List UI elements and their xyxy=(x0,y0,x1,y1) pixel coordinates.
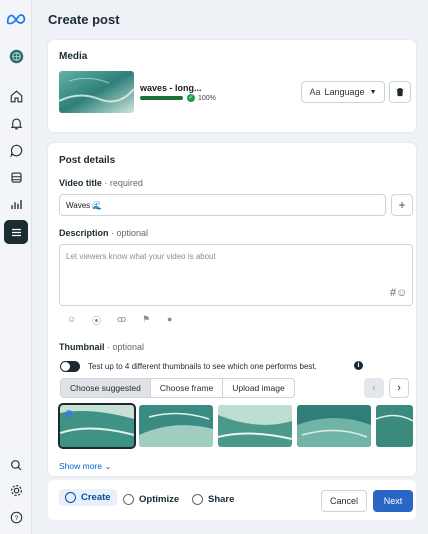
chevron-down-icon: ▼ xyxy=(369,88,377,96)
tab-upload-image[interactable]: Upload image xyxy=(223,379,293,397)
chevron-right-icon: › xyxy=(397,382,401,394)
next-button[interactable]: Next xyxy=(373,490,413,512)
video-title-label: Video title · required xyxy=(59,178,143,188)
chevron-left-icon: ‹ xyxy=(372,382,376,394)
help-icon[interactable]: ? xyxy=(4,505,28,529)
description-textarea[interactable]: Let viewers know what your video is abou… xyxy=(59,244,413,306)
thumbnail-option-3[interactable] xyxy=(218,405,292,447)
step-ring-icon xyxy=(192,494,203,505)
video-filename: waves - long... xyxy=(140,83,202,93)
step-ring-icon xyxy=(123,494,134,505)
hashtag-emoji-icon[interactable]: #☺ xyxy=(390,287,407,299)
language-dropdown[interactable]: Aa Language ▼ xyxy=(301,81,385,103)
messages-icon[interactable] xyxy=(4,138,28,162)
language-icon: Aa xyxy=(309,87,321,97)
home-icon[interactable] xyxy=(4,84,28,108)
svg-text:?: ? xyxy=(14,515,18,522)
video-thumbnail xyxy=(59,71,134,113)
cancel-button[interactable]: Cancel xyxy=(321,490,367,512)
settings-gear-icon[interactable] xyxy=(4,478,28,502)
flag-icon[interactable]: ⚑ xyxy=(142,314,150,325)
show-more-link[interactable]: Show more ⌄ xyxy=(59,461,112,472)
profile-avatar-icon[interactable] xyxy=(4,44,28,68)
chevron-down-icon: ⌄ xyxy=(104,461,112,471)
thumbnail-test-text: Test up to 4 different thumbnails to see… xyxy=(88,362,317,371)
delete-video-button[interactable] xyxy=(389,81,411,103)
content-library-icon[interactable] xyxy=(4,165,28,189)
language-label: Language xyxy=(324,87,365,97)
video-title-input[interactable]: Waves 🌊 xyxy=(59,194,386,216)
thumbnail-option-4[interactable] xyxy=(297,405,371,447)
insights-icon[interactable] xyxy=(4,192,28,216)
menu-icon[interactable] xyxy=(4,220,28,244)
tab-choose-suggested[interactable]: Choose suggested xyxy=(61,379,151,397)
location-pin-icon[interactable]: ⦿ xyxy=(92,314,101,327)
thumbnail-tabs: Choose suggested Choose frame Upload ima… xyxy=(60,378,295,398)
trash-icon xyxy=(396,88,404,97)
meta-logo-icon[interactable] xyxy=(4,7,28,31)
upload-progress-label: 100% xyxy=(198,95,216,102)
media-section-title: Media xyxy=(59,51,88,62)
thumbnail-option-2[interactable] xyxy=(139,405,213,447)
thumbnail-label: Thumbnail · optional xyxy=(59,342,145,352)
step-ring-icon xyxy=(65,492,76,503)
media-card: Media waves - long... ✓ 100% Aa Language… xyxy=(48,40,416,132)
upload-complete-check-icon: ✓ xyxy=(187,94,195,102)
thumbnail-option-5[interactable] xyxy=(376,405,413,447)
tab-choose-frame[interactable]: Choose frame xyxy=(151,379,224,397)
thumbnails-prev-button[interactable]: ‹ xyxy=(364,378,384,398)
thumbnail-option-1[interactable] xyxy=(58,403,136,449)
step-optimize[interactable]: Optimize xyxy=(123,494,179,505)
messenger-icon[interactable]: ● xyxy=(167,314,172,324)
thumbnail-test-toggle[interactable] xyxy=(60,361,80,372)
upload-progress-bar xyxy=(140,96,183,100)
description-placeholder: Let viewers know what your video is abou… xyxy=(66,252,216,261)
left-nav-rail: ? xyxy=(0,0,32,534)
search-icon[interactable] xyxy=(4,453,28,477)
thumbnails-next-button[interactable]: › xyxy=(389,378,409,398)
post-details-card: Post details Video title · required Wave… xyxy=(48,143,416,476)
description-label: Description · optional xyxy=(59,228,149,238)
feeling-icon[interactable]: ꝏ xyxy=(117,314,126,325)
step-create[interactable]: Create xyxy=(59,489,117,506)
emoji-icon[interactable]: ☺ xyxy=(67,314,76,324)
notifications-icon[interactable] xyxy=(4,111,28,135)
add-title-button[interactable]: + xyxy=(391,194,413,216)
page-title: Create post xyxy=(48,12,120,27)
step-share[interactable]: Share xyxy=(192,494,234,505)
info-icon[interactable]: i xyxy=(354,361,363,370)
post-details-title: Post details xyxy=(59,155,116,166)
